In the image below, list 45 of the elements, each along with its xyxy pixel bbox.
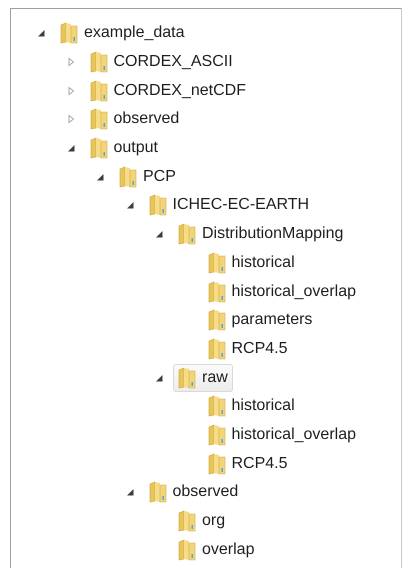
tree-item[interactable]: org <box>173 507 230 536</box>
tree-item[interactable]: historical <box>202 392 300 420</box>
folder-icon <box>206 452 226 475</box>
tree-item[interactable]: RCP4.5 <box>202 334 293 363</box>
folder-icon <box>88 80 108 102</box>
folder-icon <box>206 395 226 418</box>
folder-icon <box>118 166 138 188</box>
folder-icon <box>177 223 197 246</box>
tree-item[interactable]: example_data <box>55 19 190 48</box>
tree-item[interactable]: historical_overlap <box>202 278 362 306</box>
folder-icon <box>88 51 108 74</box>
collapse-arrow-icon[interactable] <box>36 28 46 38</box>
tree-item[interactable]: raw <box>173 364 233 392</box>
collapse-arrow-icon[interactable] <box>124 200 134 210</box>
folder-icon <box>206 252 226 274</box>
tree-item[interactable]: output <box>84 134 163 162</box>
folder-icon <box>88 137 108 160</box>
folder-icon <box>177 538 197 561</box>
tree-item[interactable]: historical_overlap <box>202 420 362 449</box>
folder-icon <box>177 510 197 532</box>
folder-icon <box>59 22 79 44</box>
folder-icon <box>206 338 226 360</box>
tree-item[interactable]: overlap <box>173 536 260 564</box>
tree-item[interactable]: observed <box>84 105 184 134</box>
tree-item[interactable]: ICHEC-EC-EARTH <box>144 191 314 220</box>
folder-icon <box>206 280 226 303</box>
tree-item[interactable]: PCP <box>114 162 181 191</box>
folder-icon <box>206 309 226 332</box>
folder-icon <box>206 424 226 446</box>
collapse-arrow-icon[interactable] <box>95 172 105 182</box>
tree-item[interactable]: historical <box>202 248 300 277</box>
collapse-arrow-icon[interactable] <box>154 229 164 240</box>
collapse-arrow-icon[interactable] <box>124 487 134 498</box>
tree-item[interactable]: CORDEX_ASCII <box>84 48 238 76</box>
tree-item[interactable]: CORDEX_netCDF <box>84 76 251 105</box>
collapse-arrow-icon[interactable] <box>66 143 76 154</box>
tree-item[interactable]: DistributionMapping <box>173 220 348 248</box>
folder-icon <box>88 108 108 130</box>
tree-item[interactable]: parameters <box>202 306 318 334</box>
collapse-arrow-icon[interactable] <box>154 372 164 383</box>
folder-icon <box>148 481 168 504</box>
folder-icon <box>177 366 197 389</box>
tree-item[interactable]: RCP4.5 <box>202 450 293 478</box>
folder-icon <box>148 194 168 216</box>
tree-item[interactable]: observed <box>144 478 244 506</box>
